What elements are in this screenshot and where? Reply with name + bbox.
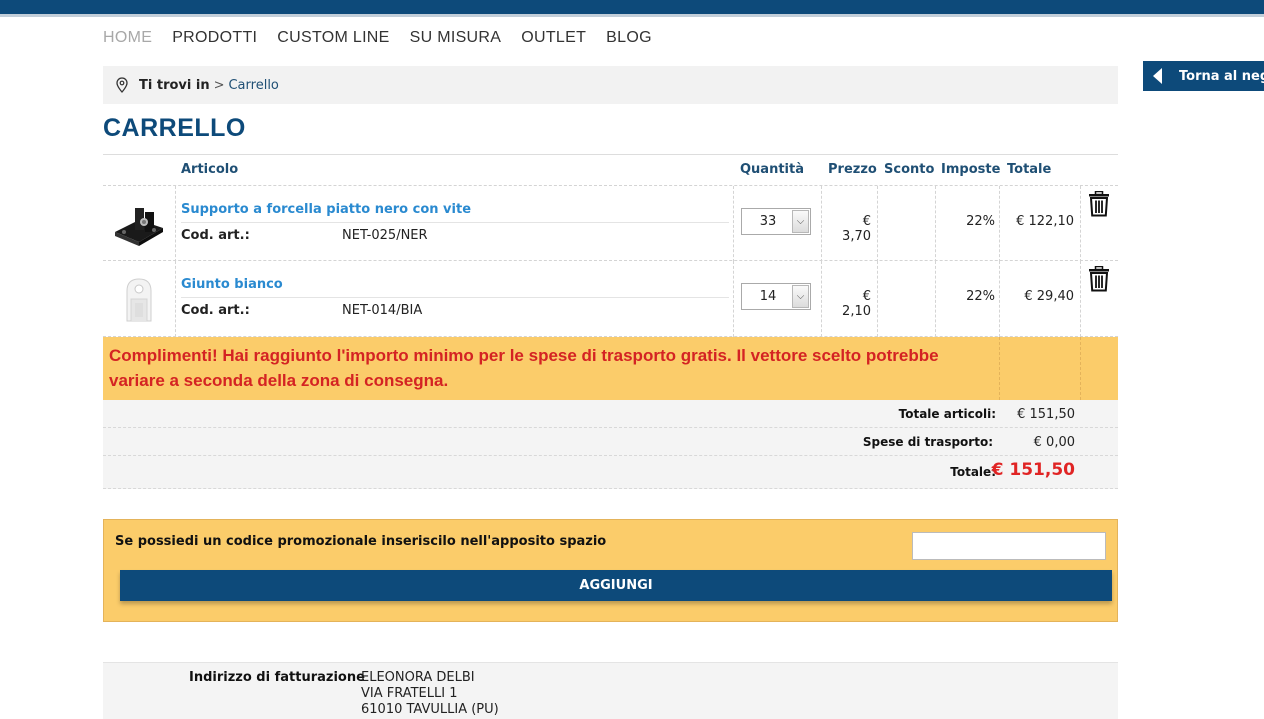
product-divider [181, 222, 729, 223]
billing-city: 61010 TAVULLIA (PU) [361, 702, 499, 717]
add-promo-button[interactable]: AGGIUNGI [120, 570, 1112, 601]
unit-price: € 2,10 [842, 289, 871, 319]
tax-rate: 22% [966, 289, 995, 304]
shipping-value: € 0,00 [1033, 435, 1075, 450]
articles-total-label: Totale articoli: [898, 407, 996, 421]
breadcrumb-current[interactable]: Carrello [228, 78, 278, 93]
cell-divider [1080, 261, 1081, 337]
breadcrumb-prefix: Ti trovi in [139, 77, 210, 93]
nav-su-misura[interactable]: SU MISURA [410, 29, 502, 47]
cell-divider [733, 186, 734, 262]
cell-divider [999, 337, 1000, 400]
cell-divider [935, 186, 936, 262]
cell-divider [999, 261, 1000, 337]
product-image-black-bracket[interactable] [109, 198, 169, 250]
articles-total-value: € 151,50 [1017, 407, 1075, 422]
arrow-left-icon [1153, 68, 1162, 84]
page-title: CARRELLO [103, 114, 246, 142]
header-taxes: Imposte [941, 162, 1001, 177]
code-label: Cod. art.: [181, 228, 250, 243]
quantity-value: 14 [759, 289, 777, 304]
cell-divider [821, 186, 822, 262]
header-total: Totale [1007, 162, 1052, 177]
totals-articles-row: Totale articoli: € 151,50 [103, 400, 1118, 428]
top-bar [0, 0, 1264, 14]
product-name-link[interactable]: Supporto a forcella piatto nero con vite [181, 202, 471, 217]
cart-row: Supporto a forcella piatto nero con vite… [103, 185, 1118, 262]
totals-shipping-row: Spese di trasporto: € 0,00 [103, 428, 1118, 456]
nav-home[interactable]: HOME [103, 29, 152, 47]
cell-divider [175, 186, 176, 262]
cell-divider [1080, 337, 1081, 400]
quantity-select[interactable]: 14 ⌵ [741, 283, 811, 310]
grand-total-label: Totale: [950, 465, 996, 479]
chevron-down-icon[interactable]: ⌵ [792, 210, 809, 233]
breadcrumb: Ti trovi in > Carrello [103, 66, 1118, 104]
trash-icon[interactable] [1088, 266, 1110, 292]
grand-total-value: € 151,50 [991, 460, 1075, 480]
line-total: € 29,40 [1024, 289, 1074, 304]
cell-divider [877, 261, 878, 337]
promo-code-input[interactable] [912, 532, 1106, 560]
product-image-white-joint[interactable] [109, 273, 169, 325]
quantity-select[interactable]: 33 ⌵ [741, 208, 811, 235]
code-label: Cod. art.: [181, 303, 250, 318]
chevron-down-icon[interactable]: ⌵ [792, 285, 809, 308]
billing-address-section: Indirizzo di fatturazione ELEONORA DELBI… [103, 662, 1118, 719]
cell-divider [1080, 186, 1081, 262]
header-article: Articolo [181, 162, 239, 177]
nav-prodotti[interactable]: PRODOTTI [172, 29, 257, 47]
tax-rate: 22% [966, 214, 995, 229]
nav-blog[interactable]: BLOG [606, 29, 652, 47]
unit-price: € 3,70 [842, 214, 871, 244]
product-name-link[interactable]: Giunto bianco [181, 277, 283, 292]
cell-divider [999, 186, 1000, 262]
location-pin-icon [116, 77, 128, 93]
nav-custom-line[interactable]: CUSTOM LINE [277, 29, 389, 47]
trash-icon[interactable] [1088, 191, 1110, 217]
title-divider [103, 154, 1118, 155]
billing-name: ELEONORA DELBI [361, 670, 475, 685]
cart-row: Giunto bianco Cod. art.: NET-014/BIA 14 … [103, 261, 1118, 337]
cell-divider [175, 261, 176, 337]
totals-grand-row: Totale: € 151,50 [103, 456, 1118, 489]
free-shipping-notice: Complimenti! Hai raggiunto l'importo min… [103, 337, 1118, 400]
top-bar-shadow [0, 14, 1264, 17]
promo-code-box: Se possiedi un codice promozionale inser… [103, 519, 1118, 622]
promo-code-label: Se possiedi un codice promozionale inser… [115, 534, 607, 549]
back-to-shop-button[interactable]: Torna al neg [1143, 61, 1264, 91]
line-total: € 122,10 [1016, 214, 1074, 229]
cell-divider [821, 261, 822, 337]
billing-address-label: Indirizzo di fatturazione [189, 670, 365, 685]
billing-street: VIA FRATELLI 1 [361, 686, 458, 701]
quantity-value: 33 [759, 214, 777, 229]
main-navigation: HOME PRODOTTI CUSTOM LINE SU MISURA OUTL… [103, 29, 672, 47]
header-quantity: Quantità [740, 162, 804, 177]
free-shipping-message: Complimenti! Hai raggiunto l'importo min… [109, 346, 939, 390]
nav-outlet[interactable]: OUTLET [521, 29, 586, 47]
code-value: NET-014/BIA [342, 303, 423, 318]
header-price: Prezzo [828, 162, 877, 177]
back-to-shop-label: Torna al neg [1179, 68, 1264, 84]
breadcrumb-separator: > [213, 77, 225, 93]
header-discount: Sconto [884, 162, 935, 177]
cell-divider [877, 186, 878, 262]
shipping-label: Spese di trasporto: [862, 435, 993, 449]
product-divider [181, 297, 729, 298]
cell-divider [935, 261, 936, 337]
cell-divider [733, 261, 734, 337]
code-value: NET-025/NER [342, 228, 428, 243]
